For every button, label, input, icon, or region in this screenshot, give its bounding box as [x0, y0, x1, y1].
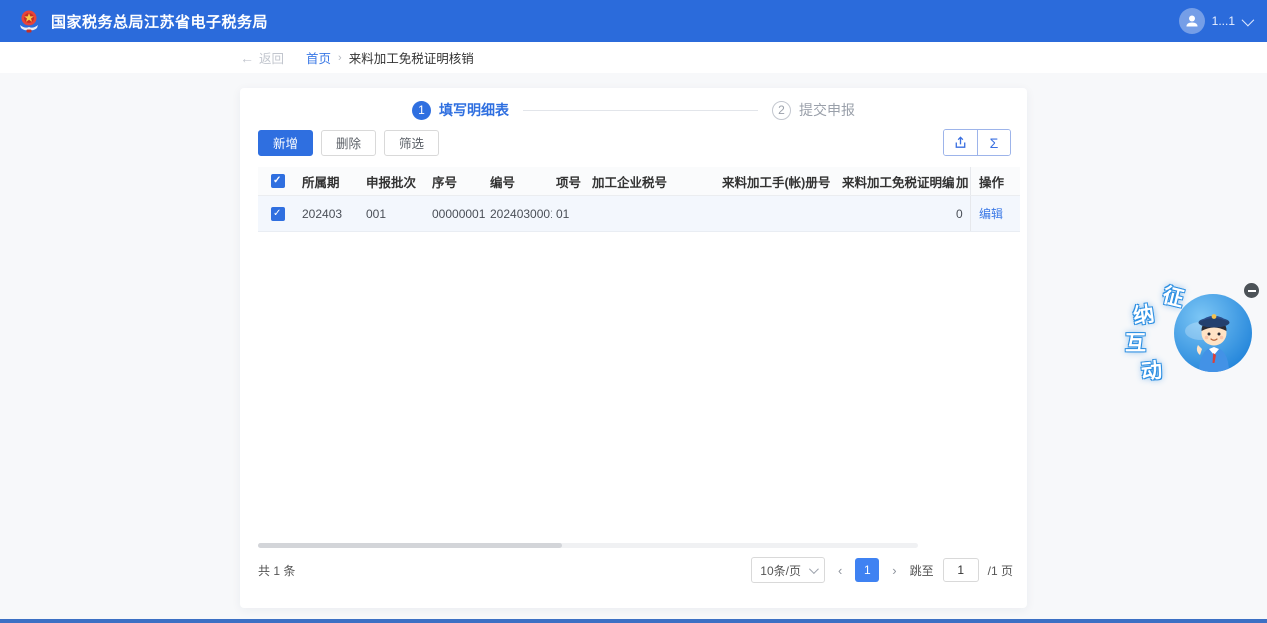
page-size-value: 10条/页 [760, 563, 801, 578]
total-count: 共 1 条 [258, 563, 296, 578]
mascot-char-na: 纳 [1131, 302, 1156, 329]
col-header-enterprise-tax-no: 加工企业税号 [592, 175, 668, 190]
sigma-icon: Σ [989, 134, 999, 151]
step-2-label: 提交申报 [799, 102, 855, 118]
step-1-fill-detail: 1 填写明细表 [412, 100, 509, 120]
col-header-truncated: 加 [956, 175, 969, 190]
table-toolbar: 新增 删除 筛选 Σ [258, 129, 1011, 156]
step-1-label: 填写明细表 [439, 102, 509, 118]
table-tools: Σ [943, 129, 1011, 156]
col-header-seq: 序号 [432, 175, 458, 190]
step-connector-line [523, 109, 758, 111]
pagination: 10条/页 ‹ 1 › 跳至 /1 页 [751, 557, 1013, 583]
step-2-number: 2 [772, 100, 791, 120]
col-header-number: 编号 [490, 175, 516, 190]
user-avatar-icon [1178, 8, 1205, 34]
horizontal-scrollbar-thumb[interactable] [258, 543, 562, 548]
col-header-period: 所属期 [302, 175, 340, 190]
table-footer: 共 1 条 10条/页 ‹ 1 › 跳至 /1 页 [258, 555, 1013, 585]
data-table: 所属期 申报批次 序号 编号 项号 加工企业税号 来料加工手(帐)册号 来料加工… [258, 167, 1020, 232]
add-button[interactable]: 新增 [258, 129, 314, 156]
jump-to-label: 跳至 [909, 563, 934, 578]
jump-to-page-input[interactable] [942, 558, 979, 582]
col-header-manual-no: 来料加工手(帐)册号 [722, 175, 831, 190]
mascot-char-dong: 动 [1140, 358, 1164, 385]
col-header-action: 操作 [970, 167, 1020, 195]
horizontal-scrollbar[interactable] [258, 543, 918, 548]
app-header: 国家税务总局江苏省电子税务局 1...1 [0, 0, 1267, 42]
breadcrumb: 返回 首页 › 来料加工免税证明核销 [0, 42, 1267, 73]
table-row: 202403 001 00000001 2024030001 01 0 编辑 [258, 196, 1020, 232]
back-label: 返回 [259, 52, 285, 66]
back-arrow-icon [240, 50, 254, 66]
app-title: 国家税务总局江苏省电子税务局 [51, 13, 269, 31]
export-icon [955, 136, 966, 148]
mascot-char-hu: 互 [1125, 332, 1146, 355]
cell-truncated: 0 [956, 206, 963, 221]
delete-button[interactable]: 删除 [321, 129, 377, 156]
tax-interaction-widget[interactable]: 征 纳 互 动 [1121, 281, 1261, 389]
brand: 国家税务总局江苏省电子税务局 [16, 8, 268, 34]
total-pages-label: /1 页 [987, 563, 1013, 578]
breadcrumb-current: 来料加工免税证明核销 [348, 52, 474, 66]
mascot-officer-illustration [1173, 293, 1253, 373]
sum-button[interactable]: Σ [977, 130, 1010, 155]
cell-number: 2024030001 [490, 206, 552, 221]
user-name: 1...1 [1211, 14, 1235, 28]
table-header-row: 所属期 申报批次 序号 编号 项号 加工企业税号 来料加工手(帐)册号 来料加工… [258, 167, 1020, 196]
step-indicator: 1 填写明细表 2 提交申报 [240, 100, 1027, 120]
main-card: 1 填写明细表 2 提交申报 新增 删除 筛选 Σ 所属期 [240, 88, 1027, 608]
cell-seq: 00000001 [432, 206, 486, 221]
cell-period: 202403 [302, 206, 343, 221]
tax-emblem-logo [16, 8, 42, 34]
col-header-cert-no: 来料加工免税证明编号 [842, 175, 954, 190]
back-button[interactable]: 返回 [240, 48, 284, 67]
step-1-number: 1 [412, 100, 431, 120]
page-size-select[interactable]: 10条/页 [751, 557, 825, 583]
cell-item-no: 01 [556, 206, 570, 221]
next-page-button[interactable]: › [888, 563, 900, 578]
widget-minimize-button[interactable] [1244, 283, 1259, 298]
select-all-checkbox[interactable] [271, 174, 285, 188]
cell-batch: 001 [366, 206, 387, 221]
export-button[interactable] [944, 130, 977, 155]
col-header-item-no: 项号 [556, 175, 582, 190]
chevron-down-icon [1241, 13, 1255, 26]
edit-link[interactable]: 编辑 [979, 205, 1003, 222]
breadcrumb-separator: › [338, 51, 342, 64]
prev-page-button[interactable]: ‹ [834, 563, 846, 578]
col-header-batch: 申报批次 [366, 175, 417, 190]
footer-edge [0, 619, 1267, 623]
user-menu[interactable]: 1...1 [1178, 8, 1255, 34]
filter-button[interactable]: 筛选 [384, 129, 440, 156]
breadcrumb-home[interactable]: 首页 [306, 48, 331, 67]
chevron-down-icon [808, 563, 819, 574]
page-1-button[interactable]: 1 [855, 558, 880, 582]
step-2-submit: 2 提交申报 [772, 100, 855, 120]
row-checkbox[interactable] [271, 206, 285, 221]
